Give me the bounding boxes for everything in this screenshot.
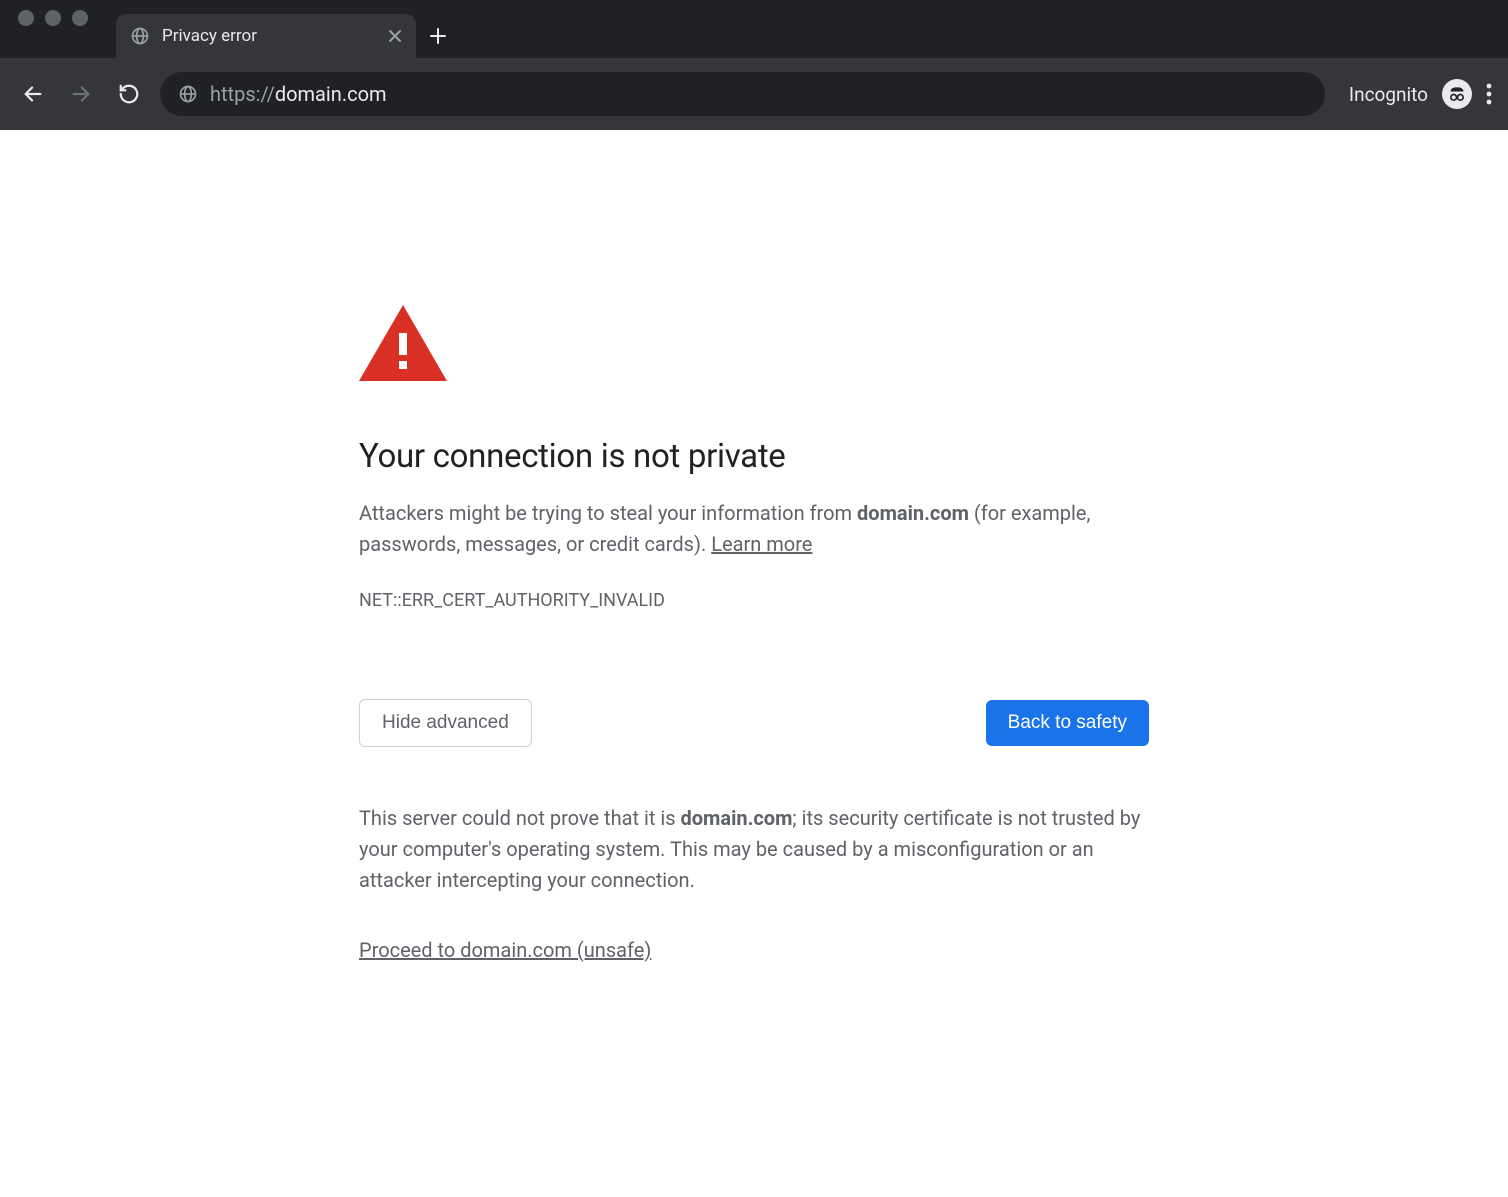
warning-heading: Your connection is not private [359, 437, 1149, 476]
tab-title: Privacy error [162, 26, 376, 46]
advanced-explanation: This server could not prove that it is d… [359, 803, 1149, 896]
window-controls [18, 0, 116, 58]
learn-more-link[interactable]: Learn more [711, 532, 812, 556]
warning-body-domain: domain.com [857, 501, 969, 525]
browser-tab[interactable]: Privacy error [116, 14, 416, 58]
tabstrip: Privacy error [0, 0, 1508, 58]
page-content: Your connection is not private Attackers… [0, 130, 1508, 962]
back-to-safety-button[interactable]: Back to safety [986, 700, 1149, 746]
browser-chrome: Privacy error [0, 0, 1508, 130]
warning-triangle-icon [359, 305, 1149, 381]
url-scheme: https:// [210, 82, 275, 106]
window-minimize-button[interactable] [45, 10, 61, 26]
url-text: https://domain.com [210, 82, 387, 106]
new-tab-button[interactable] [416, 14, 460, 58]
globe-icon [130, 26, 150, 46]
window-maximize-button[interactable] [72, 10, 88, 26]
incognito-icon[interactable] [1442, 79, 1472, 109]
back-button[interactable] [16, 77, 50, 111]
toolbar: https://domain.com Incognito [0, 58, 1508, 130]
address-bar[interactable]: https://domain.com [160, 72, 1325, 116]
url-host: domain.com [275, 82, 387, 106]
kebab-menu-icon[interactable] [1486, 83, 1492, 105]
reload-button[interactable] [112, 77, 146, 111]
site-info-icon[interactable] [178, 84, 198, 104]
error-code: NET::ERR_CERT_AUTHORITY_INVALID [359, 590, 1149, 611]
toolbar-right: Incognito [1339, 79, 1492, 109]
warning-body-prefix: Attackers might be trying to steal your … [359, 501, 857, 525]
button-row: Hide advanced Back to safety [359, 699, 1149, 747]
window-close-button[interactable] [18, 10, 34, 26]
forward-button[interactable] [64, 77, 98, 111]
close-tab-icon[interactable] [388, 29, 402, 43]
advanced-domain: domain.com [681, 806, 793, 830]
incognito-label: Incognito [1349, 83, 1428, 106]
proceed-unsafe-link[interactable]: Proceed to domain.com (unsafe) [359, 938, 651, 962]
warning-body: Attackers might be trying to steal your … [359, 498, 1149, 560]
advanced-prefix: This server could not prove that it is [359, 806, 681, 830]
ssl-warning-interstitial: Your connection is not private Attackers… [359, 305, 1149, 962]
hide-advanced-button[interactable]: Hide advanced [359, 699, 532, 747]
proceed-row: Proceed to domain.com (unsafe) [359, 938, 1149, 962]
